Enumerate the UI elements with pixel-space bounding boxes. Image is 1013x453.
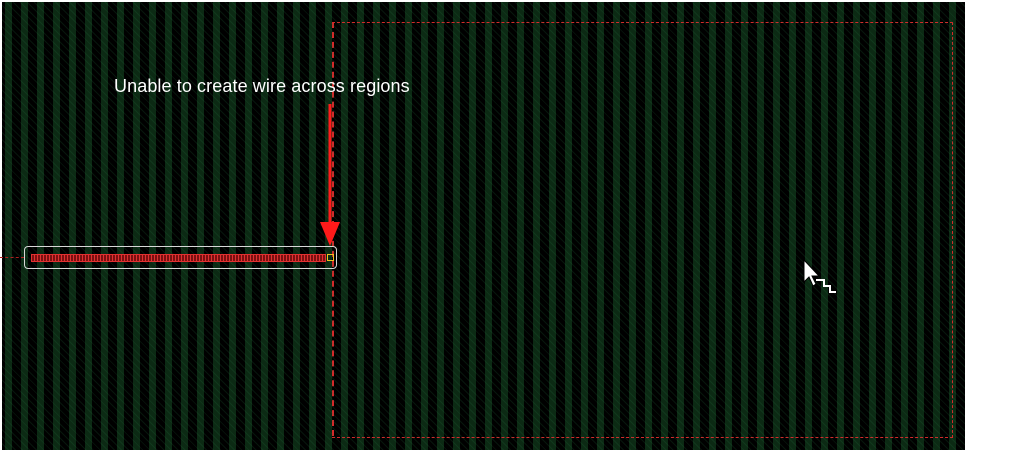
wire-bus[interactable] <box>24 246 337 269</box>
layout-editor-view: Unable to create wire across regions <box>0 0 1013 453</box>
wire-endpoint-marker[interactable] <box>327 254 334 261</box>
routing-canvas[interactable] <box>2 2 965 450</box>
wire-segment[interactable] <box>31 254 326 262</box>
annotation-message: Unable to create wire across regions <box>114 76 410 96</box>
region-boundary-right <box>332 22 953 438</box>
forbidden-wire-cursor-icon <box>803 258 836 293</box>
wire-lead-in <box>0 257 24 258</box>
